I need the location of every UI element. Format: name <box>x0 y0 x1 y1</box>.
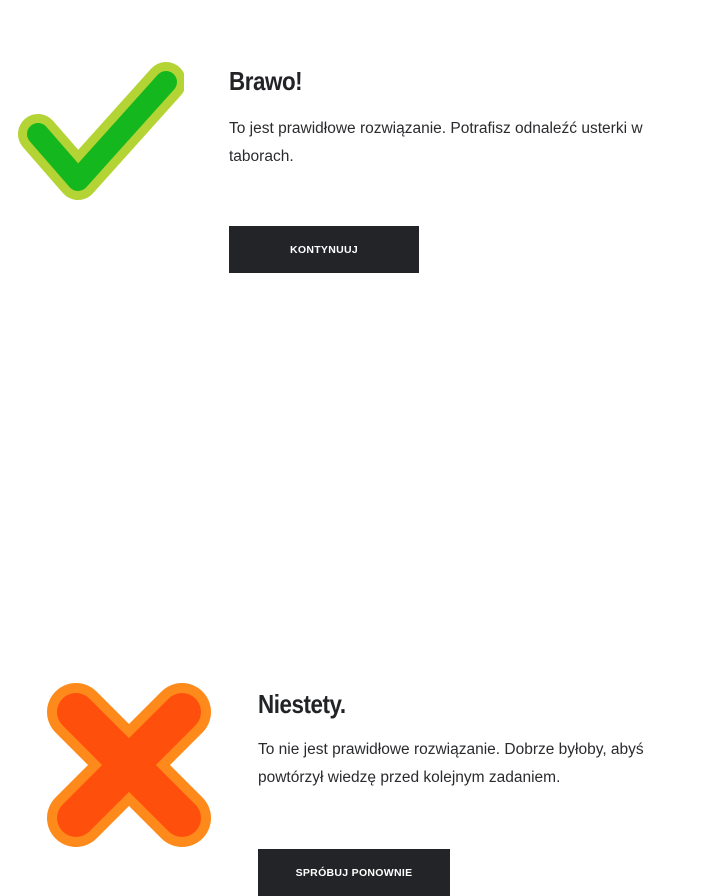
retry-button[interactable]: SPRÓBUJ PONOWNIE <box>258 849 450 896</box>
cross-icon <box>47 683 211 847</box>
continue-button[interactable]: KONTYNUUJ <box>229 226 419 273</box>
success-message: To jest prawidłowe rozwiązanie. Potrafis… <box>229 120 643 165</box>
failure-message: To nie jest prawidłowe rozwiązanie. Dobr… <box>258 741 644 786</box>
failure-title: Niestety. <box>258 689 346 719</box>
success-title: Brawo! <box>229 66 303 96</box>
success-feedback-panel: Brawo! To jest prawidłowe rozwiązanie. P… <box>0 0 715 300</box>
checkmark-icon <box>18 62 184 200</box>
failure-feedback-panel: Niestety. To nie jest prawidłowe rozwiąz… <box>0 310 715 896</box>
